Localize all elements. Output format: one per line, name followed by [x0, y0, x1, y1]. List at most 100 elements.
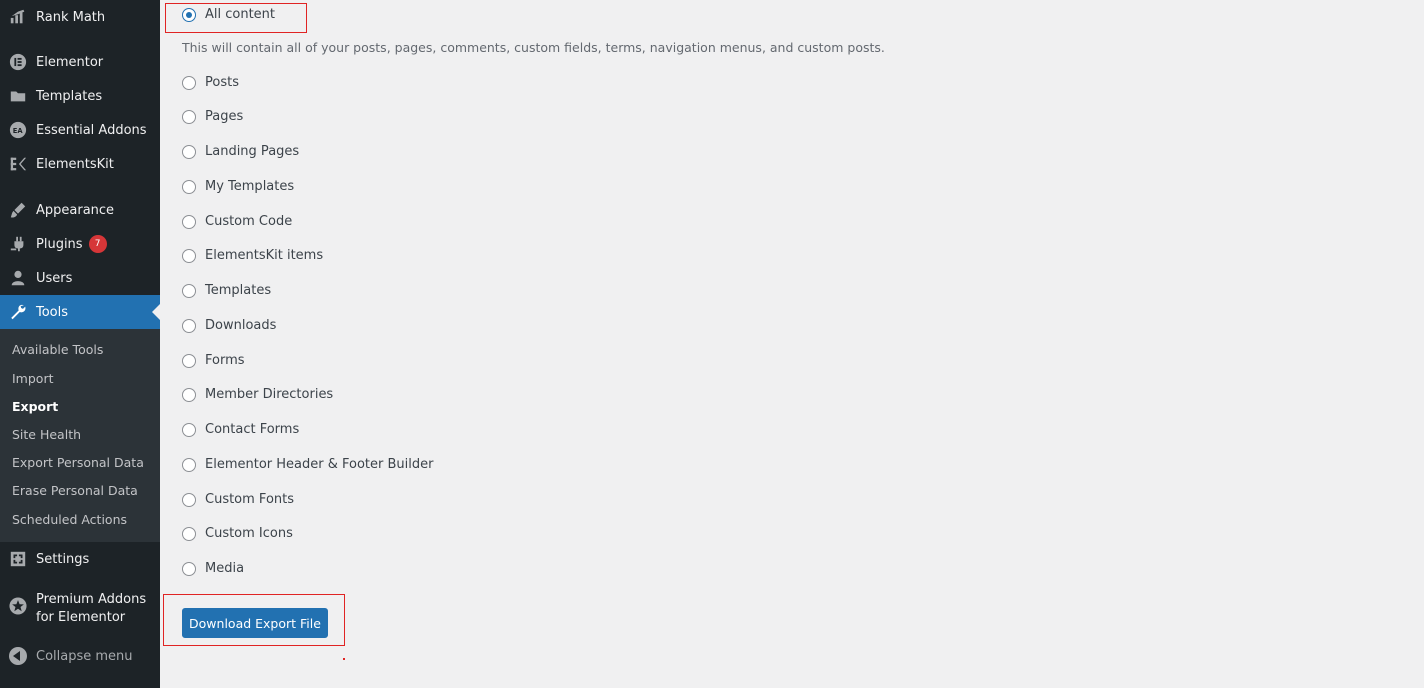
submenu-item-export-personal-data[interactable]: Export Personal Data [12, 455, 144, 470]
sidebar-item-label-line2: for Elementor [36, 610, 126, 625]
sidebar-item-label: Templates [36, 88, 103, 104]
export-option-forms[interactable]: Forms [182, 353, 245, 368]
radio-button-checked[interactable] [182, 7, 196, 22]
export-option-custom-fonts[interactable]: Custom Fonts [182, 492, 294, 507]
radio-button[interactable] [182, 144, 196, 159]
radio-button[interactable] [182, 318, 196, 333]
radio-button[interactable] [182, 387, 196, 402]
sidebar-item-elementor[interactable]: Elementor [0, 45, 160, 79]
export-option-all-content[interactable]: All content [182, 7, 275, 22]
tools-submenu: Available Tools Import Export Site Healt… [0, 329, 160, 542]
export-option-label: Media [205, 561, 245, 576]
wp-admin-screen: Rank Math Elementor Templates EA Essenti… [0, 0, 1424, 688]
sidebar-item-label: Appearance [36, 202, 115, 218]
export-option-landing-pages[interactable]: Landing Pages [182, 144, 299, 159]
export-option-label: Posts [205, 75, 239, 90]
sidebar-item-label: Users [36, 270, 73, 286]
wrench-icon [8, 302, 28, 322]
export-content-area: All content This will contain all of you… [160, 0, 1424, 688]
export-option-label: Forms [205, 353, 245, 368]
rank-math-icon [8, 7, 28, 27]
sidebar-item-label: ElementsKit [36, 156, 114, 172]
sidebar-item-label: Premium Addons [36, 592, 147, 607]
collapse-icon [9, 647, 27, 665]
sidebar-item-settings[interactable]: Settings [0, 542, 160, 576]
radio-button[interactable] [182, 353, 196, 368]
plugins-update-badge: 7 [88, 235, 107, 253]
submenu-item-export[interactable]: Export [12, 399, 58, 414]
sidebar-item-label: Plugins [36, 236, 83, 252]
export-option-label: Custom Code [205, 214, 293, 229]
sidebar-item-label: Tools [36, 304, 69, 320]
export-option-custom-code[interactable]: Custom Code [182, 214, 292, 229]
settings-icon [8, 549, 28, 569]
radio-button[interactable] [182, 561, 196, 576]
folder-icon [8, 86, 28, 106]
sidebar-item-label: Settings [36, 551, 90, 567]
submenu-item-erase-personal-data[interactable]: Erase Personal Data [12, 483, 138, 498]
radio-button[interactable] [182, 214, 196, 229]
radio-button[interactable] [182, 422, 196, 437]
export-option-label: Pages [205, 109, 244, 124]
export-option-label: All content [205, 7, 276, 22]
radio-button[interactable] [182, 179, 196, 194]
export-option-label: Custom Icons [205, 526, 293, 541]
sidebar-item-premium-addons[interactable]: Premium Addons for Elementor [0, 591, 160, 635]
export-option-elementskit-items[interactable]: ElementsKit items [182, 248, 323, 263]
users-icon [8, 268, 28, 288]
radio-button[interactable] [182, 526, 196, 541]
sidebar-item-label: Essential Addons [36, 122, 147, 138]
all-content-description: This will contain all of your posts, pag… [182, 40, 885, 55]
sidebar-item-elementskit[interactable]: ElementsKit [0, 147, 160, 181]
submenu-item-site-health[interactable]: Site Health [12, 427, 81, 442]
sidebar-item-appearance[interactable]: Appearance [0, 193, 160, 227]
collapse-menu-button[interactable]: Collapse menu [0, 639, 160, 673]
sidebar-item-rank-math[interactable]: Rank Math [0, 0, 160, 34]
radio-button[interactable] [182, 75, 196, 90]
export-option-my-templates[interactable]: My Templates [182, 179, 294, 194]
download-export-file-button[interactable]: Download Export File [182, 608, 328, 638]
sidebar-item-label: Rank Math [36, 9, 106, 25]
svg-text:EA: EA [13, 127, 24, 135]
radio-button[interactable] [182, 492, 196, 507]
export-option-label: Custom Fonts [205, 492, 295, 507]
paintbrush-icon [8, 200, 28, 220]
export-option-label: Templates [205, 283, 272, 298]
submenu-item-scheduled-actions[interactable]: Scheduled Actions [12, 512, 127, 527]
submenu-item-available-tools[interactable]: Available Tools [12, 342, 103, 357]
export-option-downloads[interactable]: Downloads [182, 318, 276, 333]
sidebar-item-label: Collapse menu [36, 648, 133, 664]
export-option-label: Elementor Header & Footer Builder [205, 457, 434, 472]
export-option-label: My Templates [205, 179, 295, 194]
export-option-member-directories[interactable]: Member Directories [182, 387, 333, 402]
radio-button[interactable] [182, 457, 196, 472]
plugin-icon [8, 234, 28, 254]
sidebar-item-label: Elementor [36, 54, 104, 70]
radio-button[interactable] [182, 109, 196, 124]
export-option-label: Landing Pages [205, 144, 300, 159]
star-icon [8, 596, 28, 616]
export-option-templates[interactable]: Templates [182, 283, 271, 298]
export-option-posts[interactable]: Posts [182, 75, 239, 90]
sidebar-item-essential-addons[interactable]: EA Essential Addons [0, 113, 160, 147]
export-option-label: Downloads [205, 318, 277, 333]
export-option-label: Contact Forms [205, 422, 300, 437]
export-option-media[interactable]: Media [182, 561, 244, 576]
sidebar-item-tools[interactable]: Tools [0, 295, 160, 329]
radio-button[interactable] [182, 283, 196, 298]
sidebar-item-users[interactable]: Users [0, 261, 160, 295]
stray-red-mark [343, 658, 345, 660]
sidebar-item-plugins[interactable]: Plugins 7 [0, 227, 160, 261]
admin-sidebar: Rank Math Elementor Templates EA Essenti… [0, 0, 160, 688]
submenu-item-import[interactable]: Import [12, 371, 54, 386]
elementskit-icon [8, 154, 28, 174]
export-option-label: Member Directories [205, 387, 334, 402]
export-option-pages[interactable]: Pages [182, 109, 243, 124]
radio-button[interactable] [182, 248, 196, 263]
export-option-label: ElementsKit items [205, 248, 324, 263]
essential-addons-icon: EA [8, 120, 28, 140]
export-option-custom-icons[interactable]: Custom Icons [182, 526, 293, 541]
export-option-contact-forms[interactable]: Contact Forms [182, 422, 299, 437]
sidebar-item-templates[interactable]: Templates [0, 79, 160, 113]
export-option-header-footer-builder[interactable]: Elementor Header & Footer Builder [182, 457, 433, 472]
